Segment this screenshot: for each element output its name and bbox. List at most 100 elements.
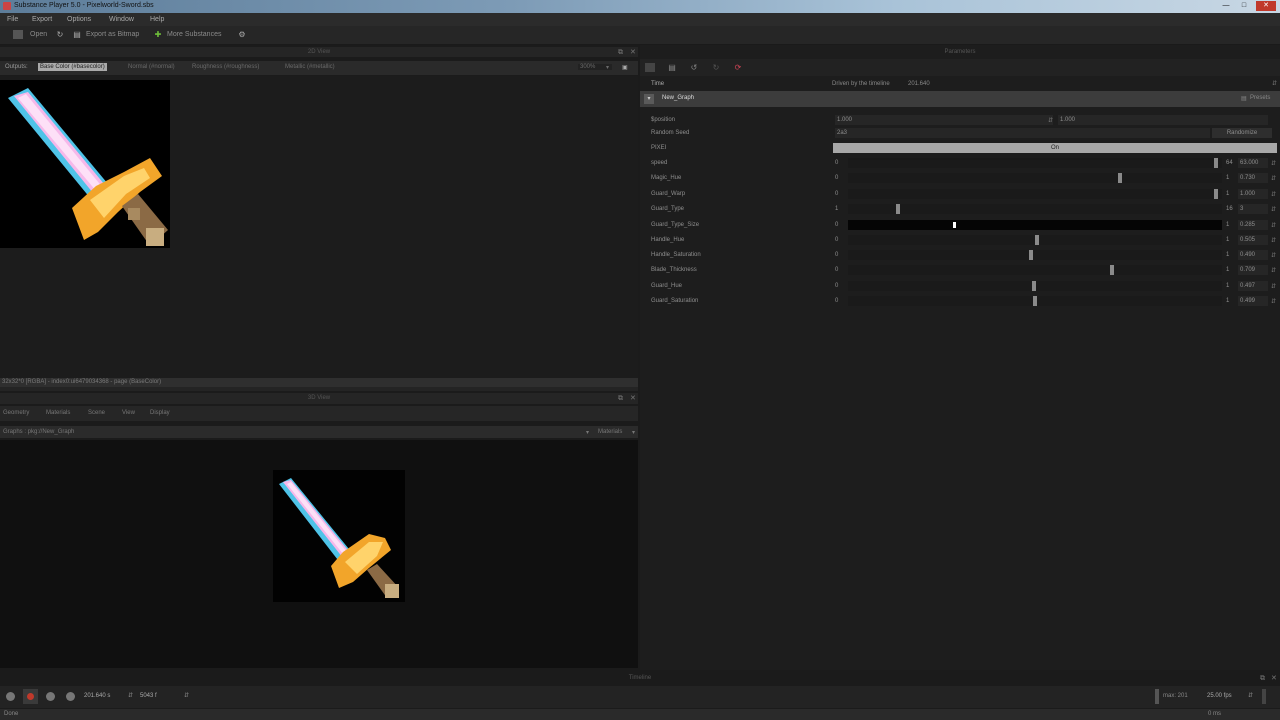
- output-tab-roughness[interactable]: Roughness (#roughness): [192, 64, 259, 70]
- frame-spin[interactable]: ⇵: [184, 692, 189, 699]
- open-button[interactable]: Open: [30, 31, 47, 38]
- presets-icon[interactable]: ▤: [1241, 95, 1247, 102]
- param-slider-track[interactable]: [848, 296, 1222, 306]
- param-spin-icon[interactable]: ⇵: [1271, 283, 1276, 290]
- param-value-field[interactable]: 63.000: [1238, 158, 1268, 168]
- param-value-field-2[interactable]: 1.000: [1058, 115, 1268, 125]
- param-spin-icon[interactable]: ⇵: [1271, 222, 1276, 229]
- record-button[interactable]: [23, 689, 38, 704]
- play-icon[interactable]: [6, 692, 15, 701]
- output-tab-basecolor[interactable]: Base Color (#basecolor): [38, 63, 107, 71]
- timeline-frame[interactable]: 5043 f: [140, 693, 180, 699]
- param-spin-icon[interactable]: ⇵: [1271, 298, 1276, 305]
- param-slider-track[interactable]: [848, 235, 1222, 245]
- param-spin-icon[interactable]: ⇵: [1271, 267, 1276, 274]
- param-spin-icon[interactable]: ⇵: [1271, 175, 1276, 182]
- view2d-float-icon[interactable]: ⧉: [618, 48, 623, 58]
- save-preset-icon[interactable]: [645, 63, 655, 72]
- menu-export[interactable]: Export: [32, 16, 52, 23]
- param-slider-track[interactable]: [848, 204, 1222, 214]
- param-value-field[interactable]: 0.709: [1238, 265, 1268, 275]
- materials-dropdown-icon[interactable]: ▾: [632, 429, 635, 436]
- timeline-cursor[interactable]: [1155, 689, 1159, 704]
- menu3d-view[interactable]: View: [122, 410, 135, 416]
- reload-icon[interactable]: ↻: [55, 30, 65, 39]
- timeline-close-icon[interactable]: ✕: [1271, 674, 1277, 684]
- param-slider-track[interactable]: [848, 220, 1222, 230]
- presets-button[interactable]: Presets: [1250, 95, 1270, 101]
- view2d-scrollbar[interactable]: [0, 387, 638, 391]
- param-slider-thumb[interactable]: [1110, 265, 1114, 275]
- maximize-button[interactable]: □: [1236, 1, 1252, 11]
- timeline-time[interactable]: 201.640 s: [84, 693, 124, 699]
- param-spin-icon[interactable]: ⇵: [1271, 206, 1276, 213]
- load-preset-icon[interactable]: ▤: [667, 63, 677, 72]
- more-substances-button[interactable]: More Substances: [167, 31, 221, 38]
- menu3d-geometry[interactable]: Geometry: [3, 410, 29, 416]
- view2d-close-icon[interactable]: ✕: [630, 48, 636, 58]
- param-value-field[interactable]: 0.490: [1238, 250, 1268, 260]
- view2d-options-icon[interactable]: ▣: [622, 64, 628, 71]
- menu3d-display[interactable]: Display: [150, 410, 170, 416]
- param-value-field[interactable]: 1.000: [835, 115, 1053, 125]
- param-slider-track[interactable]: [848, 189, 1222, 199]
- view3d-close-icon[interactable]: ✕: [630, 394, 636, 404]
- fps-spin[interactable]: ⇵: [1248, 692, 1253, 699]
- param-slider-thumb[interactable]: [1035, 235, 1039, 245]
- param-value-field[interactable]: 0.730: [1238, 173, 1268, 183]
- view3d-float-icon[interactable]: ⧉: [618, 394, 623, 404]
- param-value-field[interactable]: 0.285: [1238, 220, 1268, 230]
- param-slider-track[interactable]: [848, 173, 1222, 183]
- param-value-field[interactable]: 0.499: [1238, 296, 1268, 306]
- graph-row[interactable]: ▾ New_Graph ▤ Presets: [640, 91, 1280, 107]
- param-slider-track[interactable]: [848, 281, 1222, 291]
- param-slider-track[interactable]: [848, 265, 1222, 275]
- random-seed-field[interactable]: 2a3: [835, 128, 1210, 138]
- graph-select[interactable]: Graphs : pkg://New_Graph: [3, 429, 74, 435]
- param-slider-thumb[interactable]: [1214, 158, 1218, 168]
- param-slider-thumb[interactable]: [1118, 173, 1122, 183]
- menu-help[interactable]: Help: [150, 16, 164, 23]
- time-spin-icon[interactable]: ⇵: [1272, 80, 1277, 87]
- timeline-end-handle[interactable]: [1262, 689, 1266, 704]
- materials-select[interactable]: Materials: [598, 429, 622, 435]
- redo-icon[interactable]: ↻: [711, 63, 721, 72]
- stop-icon[interactable]: [46, 692, 55, 701]
- export-bitmap-button[interactable]: Export as Bitmap: [86, 31, 139, 38]
- param-slider-thumb[interactable]: [1029, 250, 1033, 260]
- param-spin-icon[interactable]: ⇵: [1271, 237, 1276, 244]
- param-slider-thumb[interactable]: [896, 204, 900, 214]
- zoom-dropdown-icon[interactable]: ▾: [606, 64, 609, 71]
- loop-icon[interactable]: [66, 692, 75, 701]
- param-value-field[interactable]: 0.505: [1238, 235, 1268, 245]
- param-spin-icon[interactable]: ⇵: [1048, 117, 1053, 124]
- collapse-icon[interactable]: ▾: [644, 94, 654, 104]
- timeline-float-icon[interactable]: ⧉: [1260, 674, 1265, 684]
- param-spin-icon[interactable]: ⇵: [1271, 191, 1276, 198]
- timeline-fps[interactable]: 25.00 fps: [1207, 693, 1232, 699]
- param-slider-thumb[interactable]: [1214, 189, 1218, 199]
- randomize-button[interactable]: Randomize: [1212, 128, 1272, 138]
- menu-file[interactable]: File: [7, 16, 18, 23]
- graph-dropdown-icon[interactable]: ▾: [586, 429, 589, 436]
- randomize-icon[interactable]: ⟳: [733, 63, 743, 72]
- param-slider-track[interactable]: [848, 250, 1222, 260]
- menu3d-scene[interactable]: Scene: [88, 410, 105, 416]
- menu3d-materials[interactable]: Materials: [46, 410, 70, 416]
- param-slider-thumb[interactable]: [1033, 296, 1037, 306]
- output-tab-normal[interactable]: Normal (#normal): [128, 64, 175, 70]
- param-slider-thumb[interactable]: [1032, 281, 1036, 291]
- minimize-button[interactable]: —: [1218, 1, 1234, 11]
- menu-window[interactable]: Window: [109, 16, 134, 23]
- pixel-toggle-button[interactable]: On: [833, 143, 1277, 153]
- param-spin-icon[interactable]: ⇵: [1271, 160, 1276, 167]
- param-slider-thumb[interactable]: [953, 222, 956, 228]
- settings-icon[interactable]: ⚙: [237, 30, 247, 39]
- param-value-field[interactable]: 3: [1238, 204, 1268, 214]
- open-icon[interactable]: [13, 30, 23, 39]
- time-spin[interactable]: ⇵: [128, 692, 133, 699]
- menu-options[interactable]: Options: [67, 16, 91, 23]
- export-icon[interactable]: ▤: [72, 30, 82, 39]
- output-tab-metallic[interactable]: Metallic (#metallic): [285, 64, 335, 70]
- reset-icon[interactable]: ↺: [689, 63, 699, 72]
